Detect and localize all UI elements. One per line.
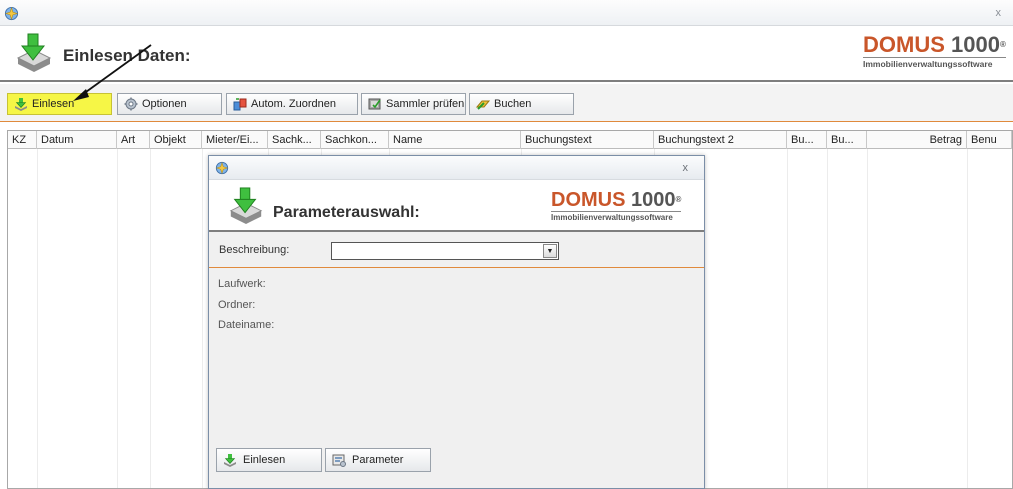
sammler-pruefen-label: Sammler prüfen xyxy=(386,98,465,110)
dialog-title: Parameterauswahl: xyxy=(273,204,420,221)
beschreibung-row: Beschreibung: ▼ xyxy=(209,234,704,268)
col-datum[interactable]: Datum xyxy=(37,131,117,149)
col-mieter[interactable]: Mieter/Ei... xyxy=(202,131,268,149)
parameter-dialog: x Parameterauswahl: DOMUS 1000® Immobili… xyxy=(208,155,705,489)
autom-zuordnen-label: Autom. Zuordnen xyxy=(251,98,336,110)
logo-number: 1000 xyxy=(631,189,676,211)
dialog-einlesen-label: Einlesen xyxy=(243,454,286,466)
grid-col-divider xyxy=(150,149,151,488)
grid-col-divider xyxy=(827,149,828,488)
import-green-arrow-icon xyxy=(224,454,236,467)
auto-assign-icon xyxy=(233,98,247,111)
gear-icon xyxy=(124,97,138,111)
col-objekt[interactable]: Objekt xyxy=(150,131,202,149)
domus-logo: DOMUS 1000® Immobilienverwaltungssoftwar… xyxy=(863,34,1006,69)
grid-col-divider xyxy=(117,149,118,488)
dateiname-label: Dateiname: xyxy=(218,319,275,331)
dialog-domus-logo: DOMUS 1000® Immobilienverwaltungssoftwar… xyxy=(551,189,682,222)
col-bu-1[interactable]: Bu... xyxy=(787,131,827,149)
import-header-icon xyxy=(16,33,52,72)
grid-col-divider xyxy=(202,149,203,488)
dialog-parameter-button[interactable]: Parameter xyxy=(325,448,431,472)
main-header: Einlesen Daten: DOMUS 1000® Immobilienve… xyxy=(0,26,1013,82)
col-sachk[interactable]: Sachk... xyxy=(268,131,321,149)
logo-tagline: Immobilienverwaltungssoftware xyxy=(551,211,682,222)
col-name[interactable]: Name xyxy=(389,131,521,149)
col-kz[interactable]: KZ xyxy=(8,131,37,149)
dialog-app-icon xyxy=(215,161,229,175)
logo-tagline: Immobilienverwaltungssoftware xyxy=(863,57,1006,69)
col-art[interactable]: Art xyxy=(117,131,150,149)
optionen-button[interactable]: Optionen xyxy=(117,93,222,115)
logo-registered: ® xyxy=(675,195,682,204)
main-close-button[interactable]: x xyxy=(996,7,1002,19)
grid-col-divider xyxy=(787,149,788,488)
logo-registered: ® xyxy=(999,40,1006,49)
optionen-label: Optionen xyxy=(142,98,187,110)
col-sachkonto[interactable]: Sachkon... xyxy=(321,131,389,149)
col-buchungstext[interactable]: Buchungstext xyxy=(521,131,654,149)
buchen-label: Buchen xyxy=(494,98,532,110)
dialog-titlebar: x xyxy=(209,156,704,180)
col-betrag[interactable]: Betrag xyxy=(867,131,967,149)
laufwerk-label: Laufwerk: xyxy=(218,278,266,290)
ordner-label: Ordner: xyxy=(218,299,256,311)
chevron-down-icon[interactable]: ▼ xyxy=(543,244,557,258)
logo-brand: DOMUS xyxy=(863,32,945,57)
import-header-icon xyxy=(229,187,263,225)
import-green-arrow-icon xyxy=(15,98,27,111)
grid-col-divider xyxy=(37,149,38,488)
beschreibung-label: Beschreibung: xyxy=(219,244,290,256)
logo-brand: DOMUS xyxy=(551,189,626,211)
logo-number: 1000 xyxy=(951,32,1000,57)
col-buchungstext-2[interactable]: Buchungstext 2 xyxy=(654,131,787,149)
parameter-icon xyxy=(332,454,346,467)
col-bu-2[interactable]: Bu... xyxy=(827,131,867,149)
dialog-einlesen-button[interactable]: Einlesen xyxy=(216,448,322,472)
col-benu[interactable]: Benu xyxy=(967,131,1012,149)
einlesen-label: Einlesen xyxy=(32,98,75,110)
dialog-parameter-label: Parameter xyxy=(352,454,404,466)
check-collection-icon xyxy=(368,98,381,110)
beschreibung-select[interactable]: ▼ xyxy=(331,242,559,260)
dialog-close-button[interactable]: x xyxy=(683,162,689,174)
grid-col-divider xyxy=(967,149,968,488)
grid-header: KZ Datum Art Objekt Mieter/Ei... Sachk..… xyxy=(8,131,1012,149)
einlesen-button[interactable]: Einlesen xyxy=(7,93,112,115)
dialog-header: Parameterauswahl: DOMUS 1000® Immobilien… xyxy=(209,180,704,232)
main-titlebar: x xyxy=(0,0,1013,26)
booking-icon xyxy=(476,100,490,110)
app-icon xyxy=(4,6,19,21)
buchen-button[interactable]: Buchen xyxy=(469,93,574,115)
toolbar: Einlesen Optionen Autom. Zuordnen Sammle… xyxy=(0,84,1013,122)
autom-zuordnen-button[interactable]: Autom. Zuordnen xyxy=(226,93,358,115)
sammler-pruefen-button[interactable]: Sammler prüfen xyxy=(361,93,466,115)
grid-col-divider xyxy=(867,149,868,488)
page-title: Einlesen Daten: xyxy=(63,46,191,65)
